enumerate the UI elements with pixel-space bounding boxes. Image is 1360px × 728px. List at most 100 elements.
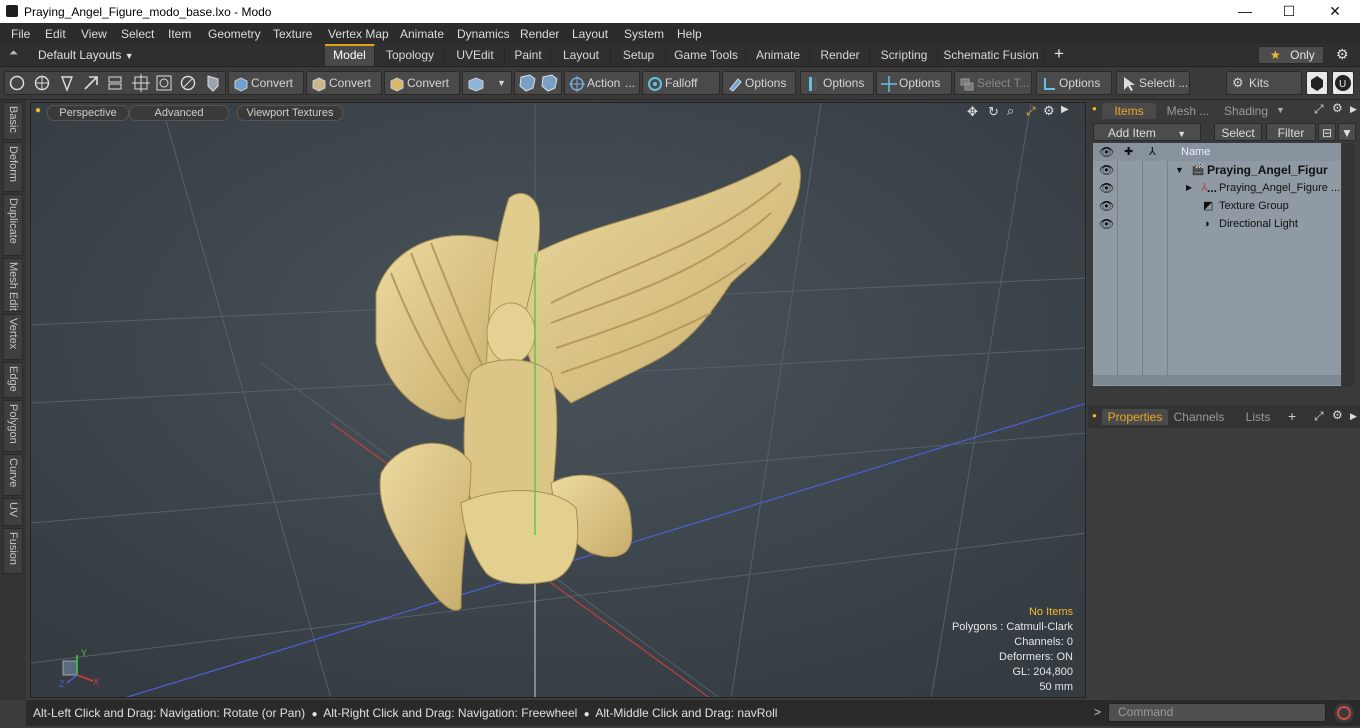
filter-button[interactable]: Filter bbox=[1266, 123, 1316, 141]
kits-button[interactable]: ⚙ Kits bbox=[1226, 71, 1302, 95]
tab-layout[interactable]: Layout bbox=[552, 46, 611, 64]
panel-menu-dot-icon[interactable]: ● bbox=[1092, 411, 1097, 420]
tab-mesh-ops[interactable]: Mesh ... bbox=[1160, 103, 1216, 119]
pan-icon[interactable]: ✥ bbox=[967, 104, 978, 120]
panel-menu-dot-icon[interactable]: ● bbox=[1092, 104, 1097, 113]
menu-render[interactable]: Render bbox=[520, 27, 559, 41]
item-row-directional-light[interactable]: 👁 ◑ Directional Light bbox=[1093, 215, 1341, 233]
left-tab-edge[interactable]: Edge bbox=[3, 362, 23, 398]
zoom-icon[interactable]: ⌕ bbox=[1007, 103, 1014, 119]
expand-arrow-icon[interactable]: ▶ bbox=[1186, 179, 1192, 197]
tab-topology[interactable]: Topology bbox=[376, 46, 445, 64]
unity-icon[interactable] bbox=[1306, 71, 1328, 95]
pivot-mode-icon[interactable] bbox=[132, 74, 150, 92]
left-tab-duplicate[interactable]: Duplicate bbox=[3, 194, 23, 256]
name-column-header[interactable]: Name bbox=[1181, 143, 1210, 161]
viewport-menu-dot-icon[interactable]: ● bbox=[35, 105, 41, 116]
item-row-texture-group[interactable]: 👁 ◩ Texture Group bbox=[1093, 197, 1341, 215]
command-history-button[interactable] bbox=[1334, 703, 1354, 723]
tab-channels[interactable]: Channels bbox=[1170, 409, 1228, 425]
menu-select[interactable]: Select bbox=[121, 27, 154, 41]
menu-dynamics[interactable]: Dynamics bbox=[457, 27, 510, 41]
lock-column-icon[interactable]: ✚ bbox=[1124, 143, 1133, 161]
add-tab-button[interactable]: + bbox=[1288, 408, 1296, 424]
edges-mode-icon[interactable] bbox=[34, 75, 50, 91]
polygons-mode-icon[interactable] bbox=[60, 76, 74, 92]
expand-panel-icon[interactable]: ⤢ bbox=[1314, 102, 1324, 117]
viewport-more-arrow-icon[interactable]: ▶ bbox=[1061, 104, 1069, 115]
visibility-eye-icon[interactable]: 👁 bbox=[1099, 161, 1114, 179]
advanced-shading-button[interactable]: Advanced bbox=[129, 105, 229, 121]
tab-lists[interactable]: Lists bbox=[1232, 409, 1284, 425]
menu-texture[interactable]: Texture bbox=[273, 27, 312, 41]
menu-animate[interactable]: Animate bbox=[400, 27, 444, 41]
left-tab-uv[interactable]: UV bbox=[3, 498, 23, 526]
vertices-mode-icon[interactable] bbox=[9, 75, 25, 91]
left-tab-deform[interactable]: Deform bbox=[3, 142, 23, 192]
unreal-icon[interactable]: U bbox=[1332, 71, 1354, 95]
left-tab-curve[interactable]: Curve bbox=[3, 454, 23, 496]
tab-properties[interactable]: Properties bbox=[1102, 409, 1168, 425]
tab-setup[interactable]: Setup bbox=[612, 46, 666, 64]
workplane-options-button[interactable]: Options bbox=[800, 71, 874, 95]
visibility-eye-icon[interactable]: 👁 bbox=[1099, 143, 1114, 161]
select-through-button[interactable]: Select T... bbox=[954, 71, 1032, 95]
selection-sets-button[interactable]: Selecti ... bbox=[1116, 71, 1190, 95]
tab-shading[interactable]: Shading bbox=[1220, 103, 1272, 119]
menu-file[interactable]: File bbox=[11, 27, 30, 41]
materials-mode-icon[interactable] bbox=[108, 76, 122, 90]
select-button[interactable]: Select bbox=[1214, 123, 1262, 141]
item-row-mesh[interactable]: 👁 ▶ ⅄ Praying_Angel_Figure ... bbox=[1093, 179, 1341, 197]
symmetry-button[interactable] bbox=[514, 71, 562, 95]
menu-geometry[interactable]: Geometry bbox=[208, 27, 261, 41]
menu-vertex-map[interactable]: Vertex Map bbox=[328, 27, 389, 41]
center-mode-icon[interactable] bbox=[156, 75, 172, 91]
panel-gear-icon[interactable]: ⚙ bbox=[1332, 101, 1343, 115]
tab-game-tools[interactable]: Game Tools bbox=[667, 46, 746, 64]
shield-mesh-icon[interactable] bbox=[207, 75, 219, 92]
visibility-eye-icon[interactable]: 👁 bbox=[1099, 179, 1114, 197]
options-button-4[interactable]: Options bbox=[1036, 71, 1112, 95]
add-layout-tab-button[interactable]: + bbox=[1054, 44, 1064, 64]
snapping-options-button[interactable]: Options bbox=[722, 71, 796, 95]
collapse-all-icon[interactable]: ⊟ bbox=[1318, 123, 1336, 141]
menu-item[interactable]: Item bbox=[168, 27, 191, 41]
item-row-scene[interactable]: 👁 ▼ 🎬 Praying_Angel_Figur ... bbox=[1093, 161, 1341, 195]
tab-scripting[interactable]: Scripting bbox=[871, 46, 938, 64]
maximize-viewport-icon[interactable]: ⤢ bbox=[1026, 104, 1036, 119]
menu-layout[interactable]: Layout bbox=[572, 27, 608, 41]
action-center-button[interactable]: Action ... bbox=[564, 71, 640, 95]
viewport-textures-button[interactable]: Viewport Textures bbox=[237, 105, 343, 121]
close-button[interactable]: ✕ bbox=[1312, 0, 1358, 23]
type-column-icon[interactable]: ⅄ bbox=[1149, 143, 1156, 161]
only-toggle[interactable]: ★ Only bbox=[1258, 46, 1324, 64]
minimize-button[interactable]: — bbox=[1222, 0, 1268, 23]
tab-paint[interactable]: Paint bbox=[506, 46, 551, 64]
falloff-button[interactable]: Falloff bbox=[642, 71, 720, 95]
tab-render[interactable]: Render bbox=[811, 46, 870, 64]
menu-view[interactable]: View bbox=[81, 27, 107, 41]
items-mode-icon[interactable] bbox=[84, 76, 98, 90]
tab-schematic-fusion[interactable]: Schematic Fusion bbox=[939, 46, 1044, 64]
left-tab-fusion[interactable]: Fusion bbox=[3, 528, 23, 574]
left-tab-vertex[interactable]: Vertex bbox=[3, 314, 23, 360]
convert-button-2[interactable]: Convert bbox=[306, 71, 382, 95]
convert-button-3[interactable]: Convert bbox=[384, 71, 460, 95]
transform-options-button[interactable]: Options bbox=[876, 71, 952, 95]
item-list-scrollbar[interactable] bbox=[1093, 375, 1341, 385]
tab-model[interactable]: Model bbox=[325, 44, 375, 66]
command-input[interactable]: Command bbox=[1108, 703, 1326, 722]
panel-more-arrow-icon[interactable]: ▶ bbox=[1350, 411, 1357, 422]
mesh-dropdown-button[interactable]: ▼ bbox=[462, 71, 512, 95]
collapse-up-icon[interactable]: ⏶ bbox=[9, 47, 18, 60]
viewport-gear-icon[interactable]: ⚙ bbox=[1043, 103, 1055, 119]
funnel-filter-icon[interactable]: ▼ bbox=[1338, 123, 1356, 141]
item-list-vertical-scrollbar[interactable] bbox=[1342, 143, 1354, 386]
default-layouts-dropdown[interactable]: Default Layouts ▼ bbox=[38, 48, 134, 62]
panel-gear-icon[interactable]: ⚙ bbox=[1332, 408, 1343, 422]
expand-arrow-icon[interactable]: ▼ bbox=[1175, 161, 1184, 179]
menu-help[interactable]: Help bbox=[677, 27, 702, 41]
tab-items[interactable]: Items bbox=[1102, 103, 1156, 119]
tab-uvedit[interactable]: UVEdit bbox=[446, 46, 505, 64]
visibility-eye-icon[interactable]: 👁 bbox=[1099, 197, 1114, 215]
